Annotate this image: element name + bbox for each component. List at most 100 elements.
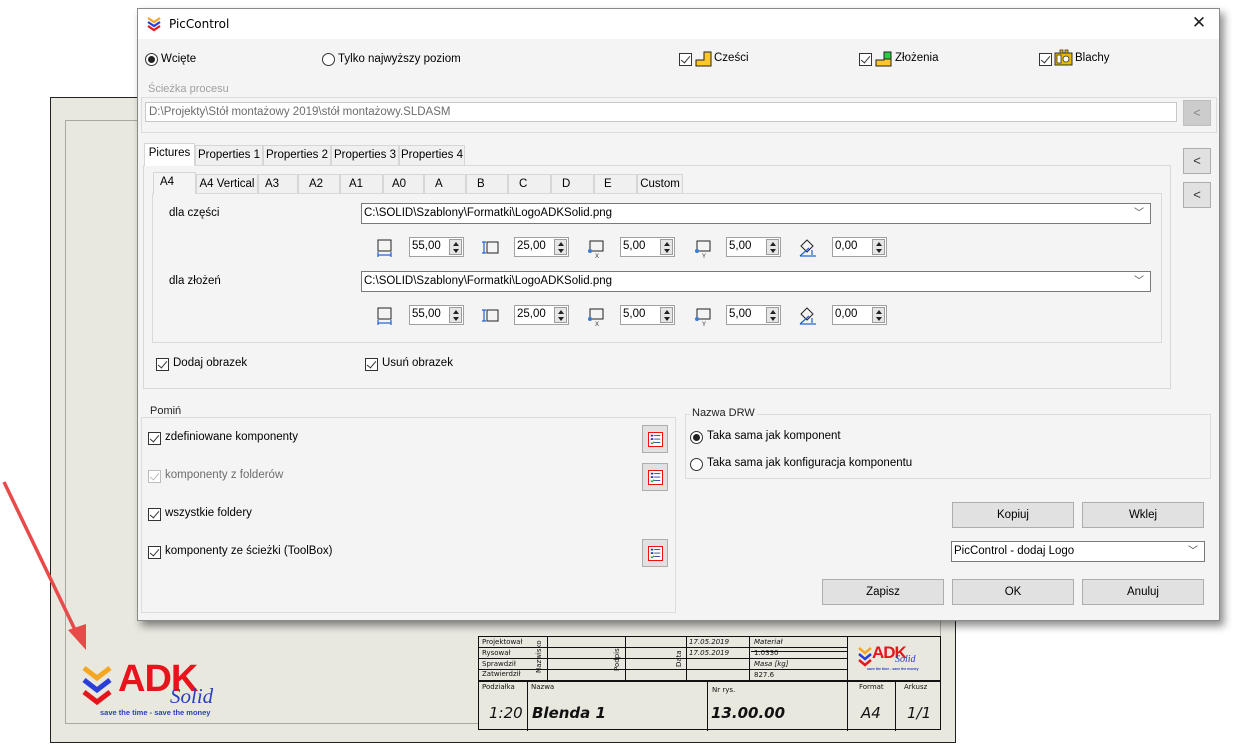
assemblies-width-spinner[interactable]: 55,00 [409, 305, 464, 325]
copy-button[interactable]: Kopiuj [952, 502, 1074, 528]
check-skip-defined-label[interactable]: zdefiniowane komponenty [165, 431, 298, 443]
tb-mass-value: 827.6 [754, 671, 775, 679]
tab-format-custom[interactable]: Custom [637, 174, 683, 194]
tb-row-label: Sprawdził [482, 660, 516, 668]
check-remove-picture[interactable] [365, 358, 378, 371]
tab-format-c[interactable]: C [508, 174, 551, 194]
parts-width-spinner[interactable]: 55,00 [409, 237, 464, 257]
tab-pictures[interactable]: Pictures [144, 143, 195, 166]
spin-updown[interactable] [554, 307, 567, 323]
skip-toolbox-list-button[interactable] [642, 539, 668, 567]
parts-picture-file-value: C:\SOLID\Szablony\Formatki\LogoADKSolid.… [364, 207, 613, 219]
ok-button[interactable]: OK [952, 579, 1074, 605]
checklist-icon [648, 432, 663, 447]
check-assemblies[interactable] [859, 53, 872, 66]
tab-format-a4-vertical[interactable]: A4 Vertical [196, 174, 258, 194]
tab-format-b[interactable]: B [466, 174, 508, 194]
spin-updown[interactable] [660, 239, 673, 255]
preset-combo[interactable]: PicControl - dodaj Logo ﹀ [951, 541, 1205, 562]
process-path-group-title: Ścieżka procesu [146, 83, 231, 95]
spin-updown[interactable] [449, 307, 462, 323]
parts-rotation-spinner[interactable]: 0,00 [832, 237, 887, 257]
tb-col-nazwisko: Nazwisko [535, 640, 543, 673]
spin-updown[interactable] [766, 239, 779, 255]
parts-height-spinner[interactable]: 25,00 [514, 237, 569, 257]
radio-top-level[interactable] [322, 53, 335, 66]
tb-name-value: Blenda 1 [532, 704, 606, 722]
tab-format-a3[interactable]: A3 [258, 174, 298, 194]
parts-offset-y-spinner[interactable]: 5,00 [726, 237, 781, 257]
check-assemblies-label[interactable]: Złożenia [895, 52, 938, 64]
check-skip-all-folders-label[interactable]: wszystkie foldery [165, 507, 252, 519]
check-parts-label[interactable]: Cześci [714, 52, 749, 64]
check-skip-folders[interactable] [148, 470, 161, 483]
check-skip-folders-label[interactable]: komponenty z folderów [165, 469, 283, 481]
tab-properties-2[interactable]: Properties 2 [263, 145, 331, 165]
check-sheet-metal[interactable] [1039, 53, 1052, 66]
check-skip-toolbox[interactable] [148, 546, 161, 559]
spin-updown[interactable] [872, 239, 885, 255]
check-parts[interactable] [679, 53, 692, 66]
check-skip-defined[interactable] [148, 432, 161, 445]
check-remove-picture-label[interactable]: Usuń obrazek [382, 357, 453, 369]
spin-updown[interactable] [766, 307, 779, 323]
tab-properties-3[interactable]: Properties 3 [331, 145, 399, 165]
tb-name-label: Nazwa [531, 683, 555, 691]
radio-drw-same-as-config-label[interactable]: Taka sama jak konfiguracja komponentu [707, 457, 912, 469]
drw-name-group-title: Nazwa DRW [690, 407, 757, 419]
radio-wciete[interactable] [145, 53, 158, 66]
spin-updown[interactable] [554, 239, 567, 255]
assemblies-rotation-spinner[interactable]: 0,00 [832, 305, 887, 325]
check-sheet-metal-label[interactable]: Blachy [1075, 52, 1110, 64]
tab-format-a1[interactable]: A1 [340, 174, 383, 194]
spin-updown[interactable] [660, 307, 673, 323]
assemblies-offset-y-spinner[interactable]: 5,00 [726, 305, 781, 325]
skip-folders-list-button[interactable] [642, 463, 668, 491]
title-bar[interactable]: PicControl ✕ [138, 9, 1219, 39]
red-arrow-annotation [2, 481, 86, 650]
radio-drw-same-as-config[interactable] [690, 458, 703, 471]
tab-format-d[interactable]: D [551, 174, 594, 194]
close-button[interactable]: ✕ [1179, 9, 1219, 39]
tb-drawing-no-label: Nr rys. [712, 686, 736, 694]
tab-properties-1[interactable]: Properties 1 [195, 145, 263, 165]
tb-drawing-no-value: 13.00.00 [711, 704, 786, 722]
paste-button[interactable]: Wklej [1082, 502, 1204, 528]
parts-picture-file-combo[interactable]: C:\SOLID\Szablony\Formatki\LogoADKSolid.… [361, 203, 1151, 224]
process-path-browse-button[interactable]: < [1183, 100, 1211, 126]
width-icon [377, 239, 392, 257]
assemblies-offset-x-value: 5,00 [623, 308, 646, 320]
side-button-1[interactable]: < [1183, 148, 1211, 174]
assemblies-height-value: 25,00 [517, 308, 546, 320]
tab-format-a2[interactable]: A2 [298, 174, 340, 194]
radio-drw-same-as-component[interactable] [690, 431, 703, 444]
skip-defined-list-button[interactable] [642, 425, 668, 453]
adk-logo-small: ADK Solid save the time - save the money [857, 643, 937, 673]
spin-updown[interactable] [449, 239, 462, 255]
tb-scale-value: 1:20 [489, 704, 523, 722]
tab-format-a[interactable]: A [424, 174, 466, 194]
check-add-picture[interactable] [156, 358, 169, 371]
app-logo-icon [147, 17, 161, 32]
tab-format-a4[interactable]: A4 [153, 172, 196, 194]
check-skip-toolbox-label[interactable]: komponenty ze ścieżki (ToolBox) [165, 545, 332, 557]
assemblies-height-spinner[interactable]: 25,00 [514, 305, 569, 325]
assemblies-picture-file-combo[interactable]: C:\SOLID\Szablony\Formatki\LogoADKSolid.… [361, 271, 1151, 292]
tab-format-a0[interactable]: A0 [383, 174, 424, 194]
cancel-button[interactable]: Anuluj [1082, 579, 1204, 605]
check-skip-all-folders[interactable] [148, 508, 161, 521]
radio-drw-same-as-component-label[interactable]: Taka sama jak komponent [707, 430, 841, 442]
assemblies-offset-x-spinner[interactable]: 5,00 [620, 305, 675, 325]
save-button[interactable]: Zapisz [822, 579, 944, 605]
radio-top-level-label[interactable]: Tylko najwyższy poziom [338, 53, 461, 65]
assembly-icon [875, 51, 892, 67]
check-add-picture-label[interactable]: Dodaj obrazek [173, 357, 247, 369]
tab-format-e[interactable]: E [594, 174, 637, 194]
tab-properties-4[interactable]: Properties 4 [399, 145, 465, 165]
spin-updown[interactable] [872, 307, 885, 323]
parts-offset-x-spinner[interactable]: 5,00 [620, 237, 675, 257]
side-button-2[interactable]: < [1183, 182, 1211, 208]
logo-tagline: save the time - save the money [100, 708, 211, 717]
process-path-input[interactable]: D:\Projekty\Stół montażowy 2019\stół mon… [145, 102, 1177, 122]
radio-wciete-label[interactable]: Wcięte [161, 53, 196, 65]
